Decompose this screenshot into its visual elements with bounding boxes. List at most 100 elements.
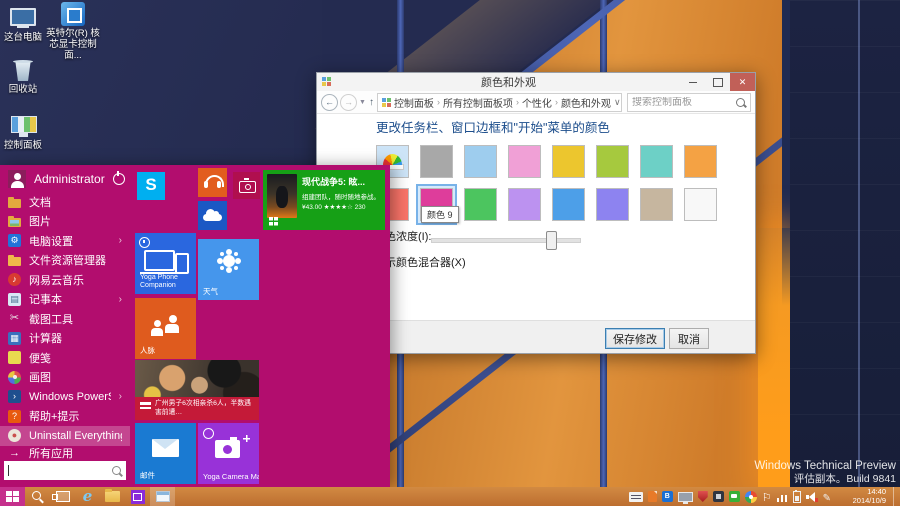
- color-swatch-gold[interactable]: [548, 141, 589, 182]
- swatch-tooltip: 颜色 9: [421, 206, 459, 223]
- user-account-row[interactable]: Administrator: [0, 168, 130, 189]
- display-tray-icon[interactable]: [678, 492, 693, 502]
- swatch-color: [596, 145, 629, 178]
- messenger-tray-icon[interactable]: [729, 491, 740, 502]
- maximize-button[interactable]: [705, 73, 730, 91]
- game-info: 现代战争5: 眩... 组建团队，随时随地参战。 ¥43.00 ★★★★☆ 23…: [302, 175, 382, 211]
- volume-muted-icon[interactable]: [806, 492, 818, 502]
- tile-store-game[interactable]: 现代战争5: 眩... 组建团队，随时随地参战。 ¥43.00 ★★★★☆ 23…: [263, 170, 385, 230]
- security-shield-icon[interactable]: [698, 491, 708, 502]
- color-swatch-green[interactable]: [460, 184, 501, 225]
- tile-weather[interactable]: 天气: [198, 239, 259, 300]
- start-button[interactable]: [0, 487, 25, 506]
- file-explorer-taskbar-button[interactable]: [100, 487, 125, 506]
- show-desktop-button[interactable]: [893, 487, 898, 506]
- browser-tray-icon[interactable]: [745, 491, 757, 503]
- wallpaper-right-facade: [790, 0, 900, 506]
- color-swatch-lavender[interactable]: [504, 184, 545, 225]
- start-menu-item[interactable]: ●Uninstall Everything: [0, 426, 130, 446]
- color-swatch-pink[interactable]: [504, 141, 545, 182]
- search-input[interactable]: [628, 97, 736, 108]
- start-menu-item[interactable]: ♪网易云音乐: [0, 270, 130, 290]
- color-swatch-tan[interactable]: [636, 184, 677, 225]
- back-button[interactable]: ←: [321, 94, 338, 111]
- dark-app-tray-icon[interactable]: [713, 491, 724, 502]
- breadcrumb-segment[interactable]: 颜色和外观: [561, 95, 611, 110]
- start-menu-item[interactable]: 便笺: [0, 348, 130, 368]
- color-swatch-lime-green[interactable]: [592, 141, 633, 182]
- store-app-taskbar-button[interactable]: [125, 487, 150, 506]
- network-signal-icon[interactable]: [777, 492, 788, 502]
- search-icon[interactable]: [736, 98, 745, 107]
- color-swatch-blue[interactable]: [548, 184, 589, 225]
- breadcrumb[interactable]: 控制面板›所有控制面板项›个性化›颜色和外观 ∨ ↻: [377, 93, 622, 112]
- this-pc-shortcut[interactable]: 这台电脑: [0, 6, 46, 43]
- minimize-button[interactable]: [680, 73, 705, 91]
- start-menu: Administrator 文档图片⚙电脑设置›文件资源管理器♪网易云音乐▤记事…: [0, 165, 390, 487]
- battery-icon[interactable]: [793, 491, 801, 503]
- tile-yoga-camera-man[interactable]: Yoga Camera Man: [198, 423, 259, 484]
- power-button[interactable]: [113, 173, 125, 185]
- start-menu-item[interactable]: ›Windows PowerShell›: [0, 387, 130, 407]
- swatch-color: [552, 145, 585, 178]
- breadcrumb-segment[interactable]: 个性化: [522, 95, 552, 110]
- save-changes-button[interactable]: 保存修改: [605, 328, 665, 349]
- search-button[interactable]: [25, 487, 50, 506]
- control-panel-shortcut[interactable]: 控制面板: [0, 114, 46, 151]
- breadcrumb-location-icon: [382, 98, 391, 107]
- breadcrumb-segment[interactable]: 所有控制面板项: [443, 95, 513, 110]
- start-menu-item[interactable]: 画图: [0, 368, 130, 388]
- tile-news[interactable]: 广州男子6次相亲杀6人，半数遇害前遭…: [135, 360, 259, 420]
- start-menu-item[interactable]: ✂截图工具: [0, 309, 130, 329]
- tile-music[interactable]: [198, 168, 227, 197]
- start-menu-item[interactable]: 文档: [0, 192, 130, 212]
- up-button[interactable]: ↑: [369, 97, 374, 108]
- start-menu-item[interactable]: 文件资源管理器: [0, 251, 130, 271]
- history-dropdown-icon[interactable]: ▼: [359, 99, 366, 106]
- window-titlebar[interactable]: 颜色和外观: [317, 73, 755, 91]
- tile-people[interactable]: 人脉: [135, 298, 196, 359]
- start-menu-item[interactable]: ⚙电脑设置›: [0, 231, 130, 251]
- breadcrumb-segment[interactable]: 控制面板: [394, 95, 434, 110]
- close-button[interactable]: [730, 73, 755, 91]
- taskbar-clock[interactable]: 14:40 2014/10/9: [838, 488, 886, 505]
- intensity-slider-track[interactable]: [431, 238, 581, 243]
- intensity-slider-thumb[interactable]: [546, 231, 557, 250]
- tile-mail[interactable]: 邮件: [135, 423, 196, 484]
- paint-icon: [8, 371, 21, 384]
- all-apps-button[interactable]: → 所有应用: [0, 445, 130, 461]
- start-menu-item[interactable]: ▦计算器: [0, 329, 130, 349]
- desktop-icon-label: 英特尔(R) 核芯显卡控制面...: [44, 28, 102, 61]
- color-swatch-sky-blue[interactable]: [460, 141, 501, 182]
- tile-skype[interactable]: [137, 172, 165, 200]
- swatch-color: [596, 188, 629, 221]
- task-view-button[interactable]: [50, 487, 75, 506]
- color-swatch-orange[interactable]: [680, 141, 721, 182]
- color-swatch-white[interactable]: [680, 184, 721, 225]
- control-panel-window-taskbar-button[interactable]: [150, 487, 175, 506]
- action-center-flag-icon[interactable]: [762, 488, 772, 506]
- bluetooth-icon[interactable]: [662, 491, 673, 502]
- color-swatch-violet[interactable]: [592, 184, 633, 225]
- ime-indicator-icon[interactable]: [629, 492, 643, 502]
- tile-onedrive[interactable]: [198, 201, 227, 230]
- cancel-button[interactable]: 取消: [669, 328, 709, 349]
- color-swatch-gray[interactable]: [416, 141, 457, 182]
- start-menu-item[interactable]: ?帮助+提示: [0, 407, 130, 427]
- color-swatch-turquoise[interactable]: [636, 141, 677, 182]
- address-dropdown-icon[interactable]: ∨: [614, 97, 621, 108]
- start-menu-item[interactable]: 图片: [0, 212, 130, 232]
- start-search-input[interactable]: [9, 465, 112, 477]
- ie-taskbar-button[interactable]: [75, 487, 100, 506]
- game-cover-art: [267, 174, 297, 218]
- user-name: Administrator: [34, 172, 105, 186]
- recycle-bin-shortcut[interactable]: 回收站: [0, 58, 46, 95]
- forward-button[interactable]: →: [340, 94, 357, 111]
- tile-camera[interactable]: [233, 172, 260, 199]
- start-menu-item[interactable]: ▤记事本›: [0, 290, 130, 310]
- intel-graphics-shortcut[interactable]: 英特尔(R) 核芯显卡控制面...: [44, 2, 102, 61]
- document-tray-icon[interactable]: [648, 491, 657, 502]
- swatch-row1: [372, 141, 721, 182]
- tile-yoga-phone-companion[interactable]: Yoga Phone Companion: [135, 233, 196, 294]
- pen-input-icon[interactable]: [823, 488, 831, 506]
